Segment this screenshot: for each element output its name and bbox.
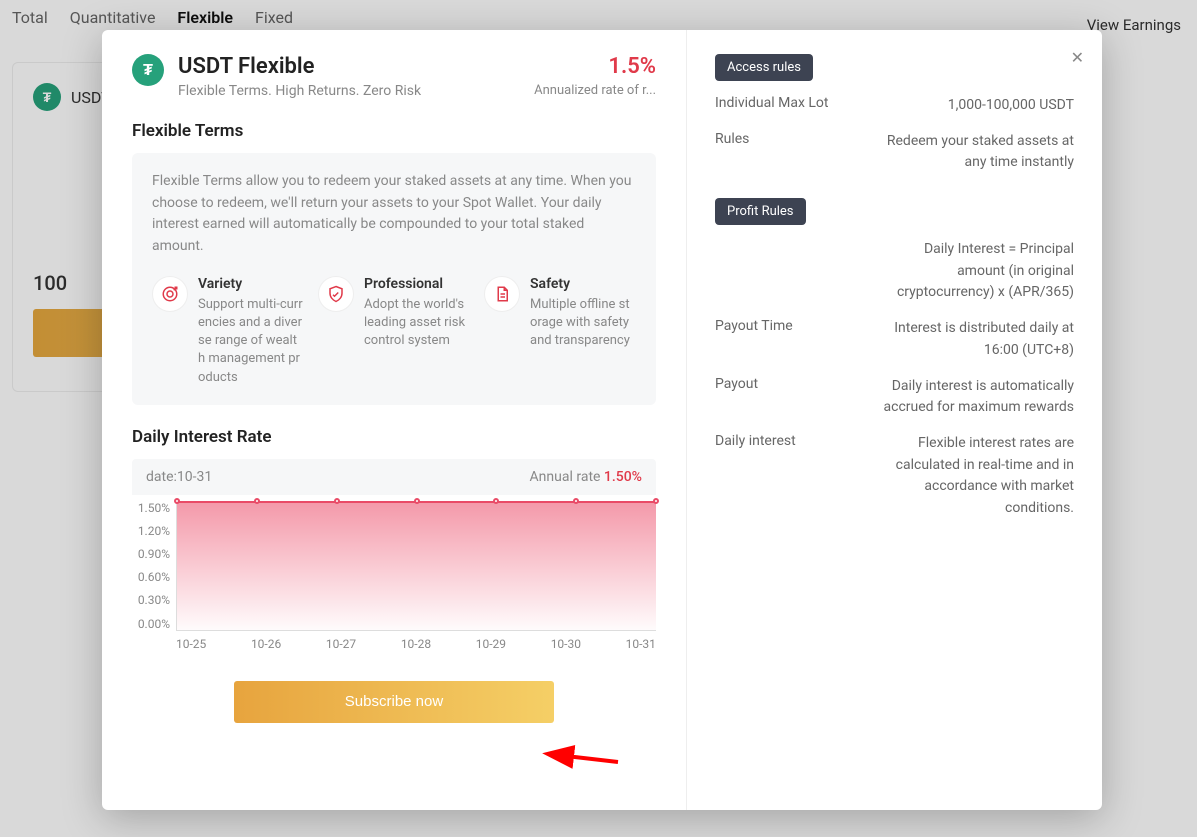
chart-x-axis: 10-25 10-26 10-27 10-28 10-29 10-30 10-3… (176, 637, 656, 651)
rule-value: Interest is distributed daily at 16:00 (… (875, 318, 1074, 361)
profit-rules-badge: Profit Rules (715, 198, 806, 225)
rule-row: Daily interest Flexible interest rates a… (715, 433, 1074, 520)
rule-row: Payout Daily interest is automatically a… (715, 376, 1074, 419)
rule-label: Individual Max Lot (715, 95, 855, 117)
section-heading-chart: Daily Interest Rate (132, 427, 656, 447)
feature-desc: Adopt the world's leading asset risk con… (364, 296, 470, 351)
chart-tooltip-rate: Annual rate 1.50% (530, 469, 642, 485)
rule-value: 1,000-100,000 USDT (875, 95, 1074, 117)
access-rules-badge: Access rules (715, 54, 813, 81)
rule-row: Daily Interest = Principal amount (in or… (715, 239, 1074, 304)
feature-professional: Professional Adopt the world's leading a… (318, 276, 470, 387)
annual-rate-value: 1.5% (534, 54, 656, 79)
rule-label: Daily interest (715, 433, 855, 520)
feature-variety: Variety Support multi-currencies and a d… (152, 276, 304, 387)
feature-title: Professional (364, 276, 470, 292)
chart-y-axis: 1.50% 1.20% 0.90% 0.60% 0.30% 0.00% (132, 501, 176, 631)
chart-tooltip-date: date:10-31 (146, 469, 212, 485)
rule-label: Payout (715, 376, 855, 419)
terms-description: Flexible Terms allow you to redeem your … (152, 171, 636, 258)
feature-title: Safety (530, 276, 636, 292)
rule-label: Payout Time (715, 318, 855, 361)
feature-desc: Multiple offline storage with safety and… (530, 296, 636, 351)
modal-title: USDT Flexible (178, 54, 421, 79)
shield-icon (318, 276, 354, 312)
annual-rate-label: Annualized rate of r... (534, 83, 656, 98)
rule-row: Payout Time Interest is distributed dail… (715, 318, 1074, 361)
rule-row: Rules Redeem your staked assets at any t… (715, 131, 1074, 174)
tether-logo-icon: ₮ (132, 54, 164, 86)
target-icon (152, 276, 188, 312)
rule-value: Redeem your staked assets at any time in… (875, 131, 1074, 174)
modal-subtitle: Flexible Terms. High Returns. Zero Risk (178, 83, 421, 99)
chart-plot-area[interactable] (176, 501, 656, 631)
feature-desc: Support multi-currencies and a diverse r… (198, 296, 304, 387)
document-icon (484, 276, 520, 312)
product-modal: ₮ USDT Flexible Flexible Terms. High Ret… (102, 30, 1102, 810)
interest-chart: date:10-31 Annual rate 1.50% 1.50% 1.20%… (132, 459, 656, 651)
terms-box: Flexible Terms allow you to redeem your … (132, 153, 656, 405)
rule-label: Rules (715, 131, 855, 174)
rule-value: Daily interest is automatically accrued … (875, 376, 1074, 419)
rule-value: Flexible interest rates are calculated i… (875, 433, 1074, 520)
rule-label (715, 239, 855, 304)
feature-safety: Safety Multiple offline storage with saf… (484, 276, 636, 387)
rule-value: Daily Interest = Principal amount (in or… (875, 239, 1074, 304)
feature-title: Variety (198, 276, 304, 292)
subscribe-button[interactable]: Subscribe now (234, 681, 554, 723)
close-icon[interactable]: ✕ (1071, 48, 1084, 67)
rule-row: Individual Max Lot 1,000-100,000 USDT (715, 95, 1074, 117)
section-heading-terms: Flexible Terms (132, 121, 656, 141)
